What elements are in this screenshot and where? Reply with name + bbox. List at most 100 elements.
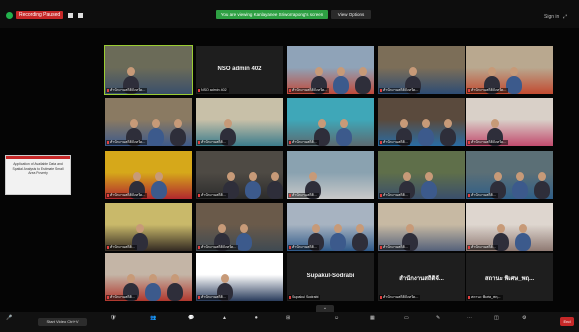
person-silhouette: [148, 128, 164, 146]
fullscreen-icon[interactable]: ⤢: [563, 14, 567, 20]
participant-center-name: Supakul-Sodrabi: [306, 273, 355, 279]
participant-tile[interactable]: สำนักงานสถิติ...: [196, 253, 283, 301]
person-head: [218, 224, 226, 233]
participant-center-name: สถานะ พิเศษ_พฤ...: [484, 276, 535, 282]
video-feed: [378, 203, 465, 251]
more-icon[interactable]: ⋯: [467, 315, 472, 321]
participant-name-label: สำนักงานสถิติจังหวัด...: [379, 88, 421, 93]
video-feed: [196, 98, 283, 146]
participant-name-label: สำนักงานสถิติจังหวัด...: [467, 140, 509, 145]
mute-icon[interactable]: 🎤: [6, 315, 12, 321]
participant-tile[interactable]: สำนักงานสถิติจังหวัด...: [378, 46, 465, 94]
person-head: [359, 67, 367, 76]
person-head: [149, 274, 157, 283]
video-feed: [196, 253, 283, 301]
muted-mic-icon: [380, 140, 382, 144]
person-silhouette: [267, 181, 283, 199]
participant-name-label: สำนักงานสถิติ...: [197, 193, 228, 198]
muted-mic-icon: [198, 193, 200, 197]
participant-tile[interactable]: สำนักงานสถิติจังหวัด...: [466, 46, 553, 94]
resume-recording-icon[interactable]: [68, 12, 74, 18]
participant-tile[interactable]: สำนักงานสถิติ...: [466, 203, 553, 251]
participant-tile[interactable]: สำนักงานสถิติ...: [105, 253, 192, 301]
view-options-button[interactable]: View Options: [331, 10, 371, 19]
shared-screen-thumbnail[interactable]: Application of Available Data and Spatia…: [5, 155, 71, 195]
person-head: [340, 119, 348, 128]
video-feed: [378, 46, 465, 94]
person-silhouette: [512, 181, 528, 199]
record-icon[interactable]: ⏺: [255, 315, 258, 321]
participant-name-label: สำนักงานสถิติจังหวัด...: [106, 193, 148, 198]
muted-mic-icon: [198, 140, 200, 144]
security-shield-icon[interactable]: [6, 11, 13, 19]
reactions-icon[interactable]: ☺: [334, 315, 339, 321]
person-head: [510, 67, 518, 76]
slide-title: Application of Available Data and Spatia…: [12, 162, 64, 175]
participant-name-label: สำนักงานสถิติจังหวัด...: [288, 88, 330, 93]
participant-tile[interactable]: สำนักงานสถิติ...: [287, 151, 374, 199]
muted-mic-icon: [468, 245, 470, 249]
captions-icon[interactable]: ◫: [494, 315, 499, 321]
muted-mic-icon: [380, 295, 382, 299]
person-head: [249, 172, 257, 181]
participant-tile[interactable]: สำนักงานสถิติ...: [287, 203, 374, 251]
notes-icon[interactable]: ✎: [436, 315, 440, 321]
participant-name-label: สำนักงานสถิติ...: [288, 193, 319, 198]
participant-name-label: สำนักงานสถิติ...: [379, 193, 410, 198]
person-silhouette: [352, 233, 368, 251]
chat-icon[interactable]: 💬: [188, 315, 194, 321]
settings-icon[interactable]: ⚙: [522, 315, 526, 321]
person-head: [491, 119, 499, 128]
person-head: [406, 224, 414, 233]
participant-tile[interactable]: สำนักงานสถิติจังหวัด...: [287, 46, 374, 94]
muted-mic-icon: [289, 140, 291, 144]
participant-tile[interactable]: สำนักงานสถิติ...: [466, 151, 553, 199]
person-silhouette: [167, 283, 183, 301]
whiteboard-icon[interactable]: ▭: [404, 315, 409, 321]
participant-tile[interactable]: สำนักงานสถิติ...: [196, 98, 283, 146]
participant-tile[interactable]: สำนักงานสถิติจังหวัด...: [104, 45, 193, 95]
person-silhouette: [333, 76, 349, 94]
security-icon[interactable]: 🛡: [110, 315, 116, 321]
video-feed: [105, 203, 192, 251]
viewing-banner: You are viewing Kanlayanee Sriworrapong'…: [216, 10, 328, 19]
participant-tile[interactable]: สำนักงานสถิติ...: [196, 151, 283, 199]
participant-tile[interactable]: สำนักงานสถิติ...: [378, 203, 465, 251]
participant-tile[interactable]: สำนักงานสถิติจังหวัด...: [105, 98, 192, 146]
person-head: [221, 274, 229, 283]
video-feed: [287, 98, 374, 146]
participant-tile[interactable]: สำนักงานสถิติจังหวัด...: [196, 203, 283, 251]
recording-indicator: Recording Paused: [6, 11, 84, 19]
start-video-chip[interactable]: Start Video Ctrl+V: [38, 318, 87, 326]
participant-tile[interactable]: สำนักงานสถิติ...: [378, 98, 465, 146]
participant-tile[interactable]: สำนักงานสถิติจังหวัด...: [466, 98, 553, 146]
muted-mic-icon: [468, 88, 470, 92]
person-head: [127, 274, 135, 283]
stop-recording-icon[interactable]: [78, 12, 84, 18]
participant-tile[interactable]: สำนักงานสถิติจังหวัด...: [105, 151, 192, 199]
participant-tile[interactable]: NSO admin 402 NSO admin 402: [196, 46, 283, 94]
meeting-toolbar: 🎤 Start Video Ctrl+V 🛡 👥 💬 ▲ ⏺ ⊞ ☺ ▦ ▭ ✎…: [0, 312, 579, 332]
person-silhouette: [418, 128, 434, 146]
participant-tile[interactable]: สำนักงานสถิติจั... สำนักงานสถิติจังหวัด..…: [378, 253, 465, 301]
share-screen-icon[interactable]: ▲: [222, 315, 227, 321]
end-meeting-button[interactable]: End: [560, 317, 574, 326]
recording-badge[interactable]: Recording Paused: [16, 11, 64, 19]
person-head: [356, 224, 364, 233]
person-head: [171, 274, 179, 283]
participant-tile[interactable]: สำนักงานสถิติ...: [287, 98, 374, 146]
meeting-topbar: Recording Paused You are viewing Kanlaya…: [0, 0, 579, 28]
participant-tile[interactable]: สำนักงานสถิติ...: [105, 203, 192, 251]
participant-name-label: สำนักงานสถิติ...: [197, 140, 228, 145]
person-silhouette: [145, 283, 161, 301]
person-head: [494, 172, 502, 181]
participant-tile[interactable]: Supakul-Sodrabi Supakul Sodrabi: [287, 253, 374, 301]
gallery-scroll-down-icon[interactable]: ⌄: [316, 305, 334, 312]
participants-icon[interactable]: 👥: [150, 315, 156, 321]
sign-in-label[interactable]: Sign in: [544, 14, 559, 20]
apps-icon[interactable]: ▦: [370, 315, 375, 321]
person-silhouette: [330, 233, 346, 251]
participant-tile[interactable]: สำนักงานสถิติ...: [378, 151, 465, 199]
participant-tile[interactable]: สถานะ พิเศษ_พฤ... สถานะ พิเศษ_พฤ...: [466, 253, 553, 301]
breakout-rooms-icon[interactable]: ⊞: [286, 315, 290, 321]
